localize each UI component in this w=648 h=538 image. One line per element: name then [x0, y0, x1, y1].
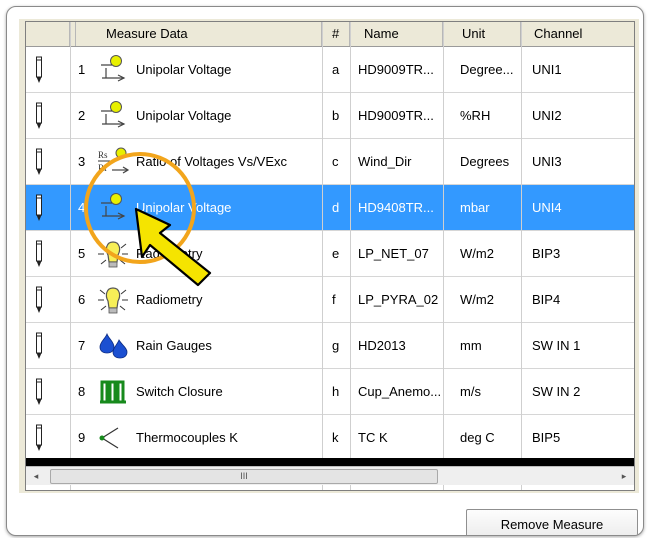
measure-type: Unipolar Voltage	[136, 108, 232, 123]
table-header: Measure Data # Name Unit Channel	[26, 22, 634, 47]
row-number: 1	[78, 62, 86, 77]
table-row[interactable]: 2 Unipolar Voltage b HD9009TR... %RH UNI2	[26, 93, 634, 139]
measure-type: Rain Gauges	[136, 338, 212, 353]
measure-unit: W/m2	[460, 292, 494, 307]
measure-id: a	[332, 62, 340, 77]
edit-pencil-icon[interactable]	[34, 194, 44, 222]
row-number: 3	[78, 154, 86, 169]
measure-name: HD9009TR...	[358, 62, 434, 77]
row-number: 7	[78, 338, 86, 353]
row-number: 5	[78, 246, 86, 261]
measure-id: f	[332, 292, 336, 307]
measure-unit: Degree...	[460, 62, 514, 77]
measure-channel: BIP5	[532, 430, 561, 445]
measure-unit: deg C	[460, 430, 495, 445]
unipolar-voltage-icon	[96, 54, 130, 86]
edit-pencil-icon[interactable]	[34, 286, 44, 314]
measure-id: c	[332, 154, 339, 169]
edit-pencil-icon[interactable]	[34, 378, 44, 406]
rain-drops-icon	[96, 330, 130, 362]
edit-pencil-icon[interactable]	[34, 148, 44, 176]
row-number: 6	[78, 292, 86, 307]
pointer-cursor-icon	[134, 207, 212, 287]
edit-pencil-icon[interactable]	[34, 56, 44, 84]
measure-channel: UNI4	[532, 200, 562, 215]
measure-channel: UNI3	[532, 154, 562, 169]
table-row[interactable]: 8 Switch Closure h Cup_Anemo... m/s SW IN 2	[26, 369, 634, 415]
table-row[interactable]: 9 Thermocouples K k TC K deg C BIP5	[26, 415, 634, 461]
measure-channel: UNI2	[532, 108, 562, 123]
measure-channel: UNI1	[532, 62, 562, 77]
column-divider	[70, 22, 71, 490]
horizontal-scrollbar[interactable]: ◂ III ▸	[26, 466, 634, 485]
measure-type: Unipolar Voltage	[136, 62, 232, 77]
measure-unit: Degrees	[460, 154, 510, 169]
table-row[interactable]: 6 Radiometry f LP_PYRA_02 W/m2 BIP4	[26, 277, 634, 323]
row-number: 2	[78, 108, 86, 123]
header-index[interactable]: #	[322, 22, 350, 46]
scroll-right-button[interactable]: ▸	[616, 468, 632, 484]
measure-name: TC K	[358, 430, 388, 445]
scroll-left-button[interactable]: ◂	[28, 468, 44, 484]
measure-unit: mm	[460, 338, 482, 353]
table-row[interactable]: 1 Unipolar Voltage a HD9009TR... Degree... UN…	[26, 47, 634, 93]
row-number: 9	[78, 430, 86, 445]
measure-name: HD2013	[358, 338, 406, 353]
header-unit[interactable]: Unit	[443, 22, 521, 46]
measures-panel: Measure Data # Name Unit Channel 1 Unipol…	[6, 6, 644, 536]
header-blank	[26, 22, 70, 46]
measure-unit: mbar	[460, 200, 490, 215]
measure-type: Switch Closure	[136, 384, 223, 399]
measure-id: b	[332, 108, 340, 123]
measure-id: d	[332, 200, 340, 215]
scroll-thumb-grip: III	[240, 471, 248, 481]
measure-channel: BIP4	[532, 292, 561, 307]
measure-id: h	[332, 384, 340, 399]
measure-id: g	[332, 338, 340, 353]
measure-unit: %RH	[460, 108, 491, 123]
measure-unit: W/m2	[460, 246, 494, 261]
measure-name: LP_PYRA_02	[358, 292, 439, 307]
measure-name: LP_NET_07	[358, 246, 429, 261]
measure-channel: SW IN 2	[532, 384, 581, 399]
row-number: 8	[78, 384, 86, 399]
edit-pencil-icon[interactable]	[34, 332, 44, 360]
thermocouple-icon	[96, 422, 130, 454]
measure-name: HD9408TR...	[358, 200, 434, 215]
measure-unit: m/s	[460, 384, 481, 399]
header-channel[interactable]: Channel	[521, 22, 634, 46]
measure-id: e	[332, 246, 340, 261]
svg-text:Rs: Rs	[98, 150, 108, 160]
grid-bottom-bar	[26, 458, 634, 466]
column-divider	[521, 22, 522, 490]
scroll-thumb[interactable]: III	[50, 469, 438, 484]
header-name[interactable]: Name	[350, 22, 443, 46]
column-divider	[443, 22, 444, 490]
edit-pencil-icon[interactable]	[34, 240, 44, 268]
measure-name: HD9009TR...	[358, 108, 434, 123]
edit-pencil-icon[interactable]	[34, 424, 44, 452]
unipolar-voltage-icon	[96, 100, 130, 132]
lightbulb-icon	[96, 284, 130, 316]
measure-name: Cup_Anemo...	[358, 384, 442, 399]
column-divider	[322, 22, 323, 490]
measure-channel: BIP3	[532, 246, 561, 261]
column-divider	[350, 22, 351, 490]
measure-id: k	[332, 430, 339, 445]
measure-type: Thermocouples K	[136, 430, 238, 445]
measure-name: Wind_Dir	[358, 154, 412, 169]
measure-channel: SW IN 1	[532, 338, 581, 353]
edit-pencil-icon[interactable]	[34, 102, 44, 130]
remove-measure-button[interactable]: Remove Measure	[466, 509, 638, 535]
switch-closure-icon	[96, 376, 130, 408]
header-measure-data[interactable]: Measure Data	[76, 22, 322, 46]
table-row[interactable]: 7 Rain Gauges g HD2013 mm SW IN 1	[26, 323, 634, 369]
